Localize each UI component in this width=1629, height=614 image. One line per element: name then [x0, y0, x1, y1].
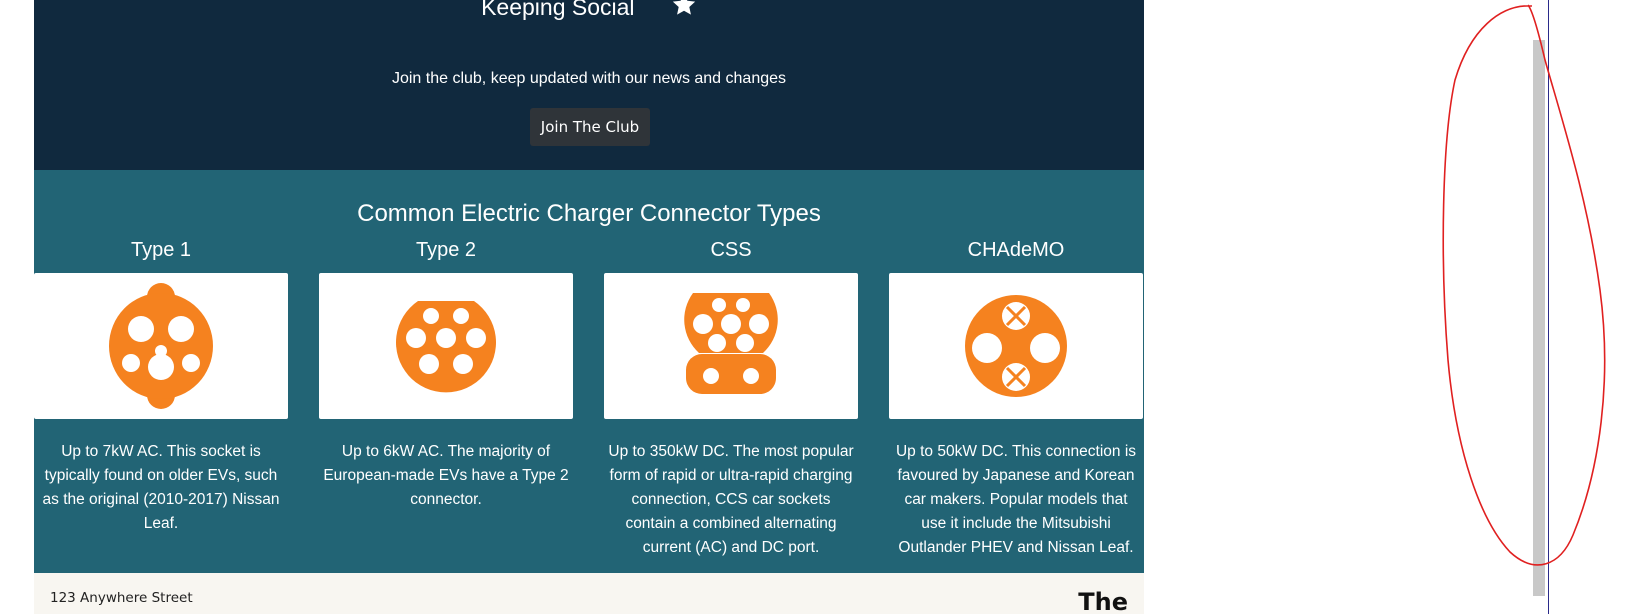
- connector-image: [604, 273, 858, 419]
- chademo-connector-icon: [965, 295, 1067, 397]
- connector-image: [319, 273, 573, 419]
- type1-connector-icon: [109, 283, 213, 409]
- page-footer: 123 Anywhere Street The: [34, 573, 1144, 614]
- connector-name: CHAdeMO: [967, 239, 1065, 261]
- social-description: Join the club, keep updated with our new…: [391, 70, 787, 87]
- connector-description: Up to 350kW DC. The most popular form of…: [608, 443, 854, 556]
- connector-description: Up to 50kW DC. This connection is favour…: [895, 443, 1137, 556]
- social-heading-text: Keeping Social: [481, 0, 635, 20]
- window-edge-line: [1548, 0, 1549, 614]
- footer-address: 123 Anywhere Street: [50, 590, 193, 606]
- scrollbar-thumb[interactable]: [1533, 40, 1545, 596]
- social-heading: Keeping Social: [34, 0, 1144, 21]
- connector-types-title: Common Electric Charger Connector Types: [357, 200, 821, 227]
- join-club-button[interactable]: Join The Club: [530, 108, 650, 146]
- connector-card-chademo: CHAdeMO Up to 50kW DC. This connection i…: [889, 236, 1143, 560]
- connector-card-ccs: CSS Up to 350kW DC. The most popular for…: [604, 236, 858, 560]
- connector-image: [889, 273, 1143, 419]
- connector-image: [34, 273, 288, 419]
- connector-name: Type 2: [415, 239, 477, 261]
- connector-description: Up to 6kW AC. The majority of European-m…: [323, 443, 569, 508]
- connector-name: CSS: [710, 239, 752, 261]
- star-icon: [672, 0, 696, 15]
- connector-card-type2: Type 2 Up to 6kW AC. The majority of Eur…: [319, 236, 573, 512]
- connector-types-section: Common Electric Charger Connector Types …: [34, 170, 1144, 573]
- connector-card-type1: Type 1 Up to 7kW AC. This socket is typi…: [34, 236, 288, 536]
- web-page: Keeping Social Join the club, keep updat…: [34, 0, 1144, 614]
- connector-name: Type 1: [130, 239, 192, 261]
- footer-title: The: [1078, 588, 1128, 614]
- keeping-social-section: Keeping Social Join the club, keep updat…: [34, 0, 1144, 170]
- ccs-connector-icon: [684, 293, 778, 394]
- type2-connector-icon: [396, 301, 496, 393]
- connector-description: Up to 7kW AC. This socket is typically f…: [42, 443, 280, 532]
